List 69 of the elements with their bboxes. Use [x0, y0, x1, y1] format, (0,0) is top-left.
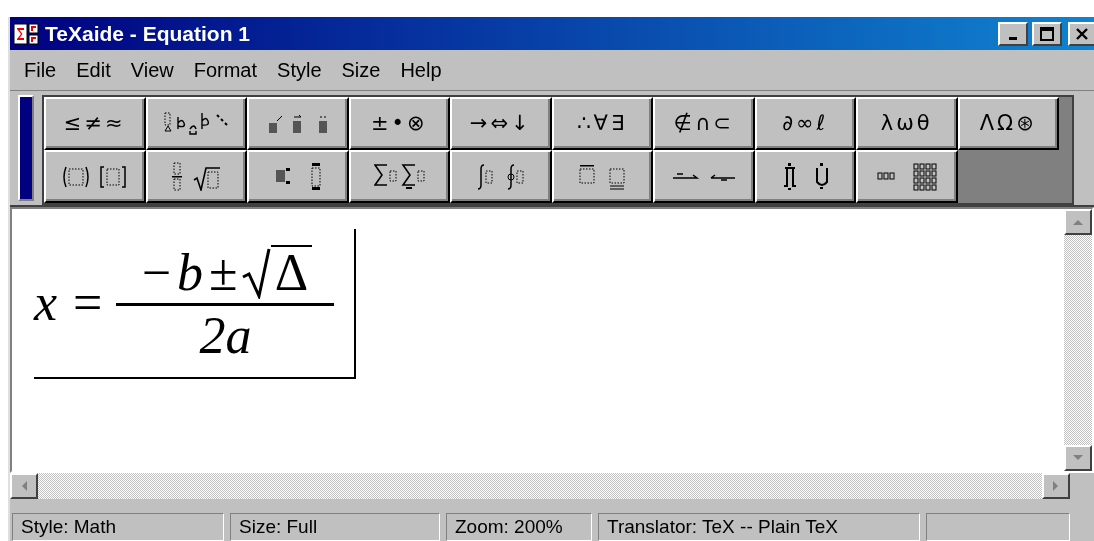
palette-button[interactable] [145, 150, 247, 203]
equation-term: − [141, 246, 172, 299]
template-icon [267, 113, 328, 134]
toolbar-grip[interactable] [18, 95, 34, 201]
equation[interactable]: x = −b± Δ 2a [34, 229, 356, 379]
palette-button[interactable] [653, 150, 755, 203]
close-icon [1075, 26, 1089, 41]
maximize-icon [1040, 26, 1054, 41]
menu-item[interactable]: Style [267, 55, 332, 85]
template-icon [477, 163, 525, 190]
template-icon [579, 163, 626, 190]
palette-button[interactable] [450, 150, 552, 203]
status-panel: Style: Math [12, 513, 224, 541]
left-arrow-icon [21, 481, 27, 491]
palette-button[interactable] [247, 97, 349, 150]
palette-button[interactable] [44, 150, 146, 203]
template-icon [63, 165, 127, 188]
status-panel: Translator: TeX -- Plain TeX [598, 513, 920, 541]
status-panel: Zoom: 200% [446, 513, 592, 541]
menu-item[interactable]: Format [183, 55, 268, 85]
palette-button[interactable] [145, 97, 247, 150]
template-icon [782, 162, 828, 191]
palette-button[interactable]: ∂∞ℓ [754, 97, 856, 150]
template-icon [274, 162, 321, 191]
template-icon [164, 112, 229, 135]
palette-button[interactable]: ∴∀∃ [551, 97, 653, 150]
close-button[interactable] [1068, 21, 1094, 46]
maximize-button[interactable] [1032, 21, 1062, 46]
window-title: TeXaide - Equation 1 [45, 20, 250, 47]
scroll-left-button[interactable] [10, 473, 38, 499]
template-icon [373, 163, 425, 190]
vertical-scrollbar[interactable] [1064, 209, 1092, 471]
palette-button[interactable] [551, 150, 653, 203]
palette-button[interactable]: →⇔↓ [450, 97, 552, 150]
menu-item[interactable]: Help [390, 55, 452, 85]
scroll-down-button[interactable] [1064, 445, 1092, 471]
scroll-right-button[interactable] [1042, 473, 1070, 499]
scroll-up-button[interactable] [1064, 209, 1092, 235]
equation-variable: x [34, 273, 58, 333]
down-arrow-icon [1073, 455, 1083, 461]
menu-item[interactable]: Edit [66, 55, 121, 85]
palette-button[interactable] [247, 150, 349, 203]
horizontal-scrollbar[interactable] [10, 473, 1070, 499]
square-root: Δ [240, 244, 313, 299]
template-icon [876, 162, 937, 191]
palette-button[interactable]: ∉∩⊂ [653, 97, 755, 150]
palette-button[interactable]: ΛΩ⊛ [957, 97, 1059, 150]
app-icon [13, 21, 41, 46]
palette-button[interactable]: λωθ [856, 97, 958, 150]
equation-denominator: 2a [199, 309, 252, 362]
up-arrow-icon [1073, 219, 1083, 225]
menu-item[interactable]: View [120, 55, 184, 85]
palette-button[interactable]: ≤≠≈ [44, 97, 146, 150]
palette-button[interactable] [754, 150, 856, 203]
equation-term: b [177, 246, 204, 299]
palette-button[interactable] [856, 150, 958, 203]
minimize-button[interactable] [998, 21, 1028, 46]
right-arrow-icon [1053, 481, 1059, 491]
palette-button[interactable] [348, 150, 450, 203]
template-icon [171, 162, 222, 191]
equation-term: ± [209, 246, 238, 299]
menu-item[interactable]: Size [331, 55, 391, 85]
radical-sign-icon [240, 246, 271, 299]
minimize-icon [1009, 36, 1017, 40]
status-panel: Size: Full [230, 513, 440, 541]
template-icon [671, 172, 736, 181]
palette-button[interactable]: ±•⊗ [348, 97, 450, 150]
menu-item[interactable]: File [14, 55, 67, 85]
equals-sign: = [73, 273, 103, 333]
